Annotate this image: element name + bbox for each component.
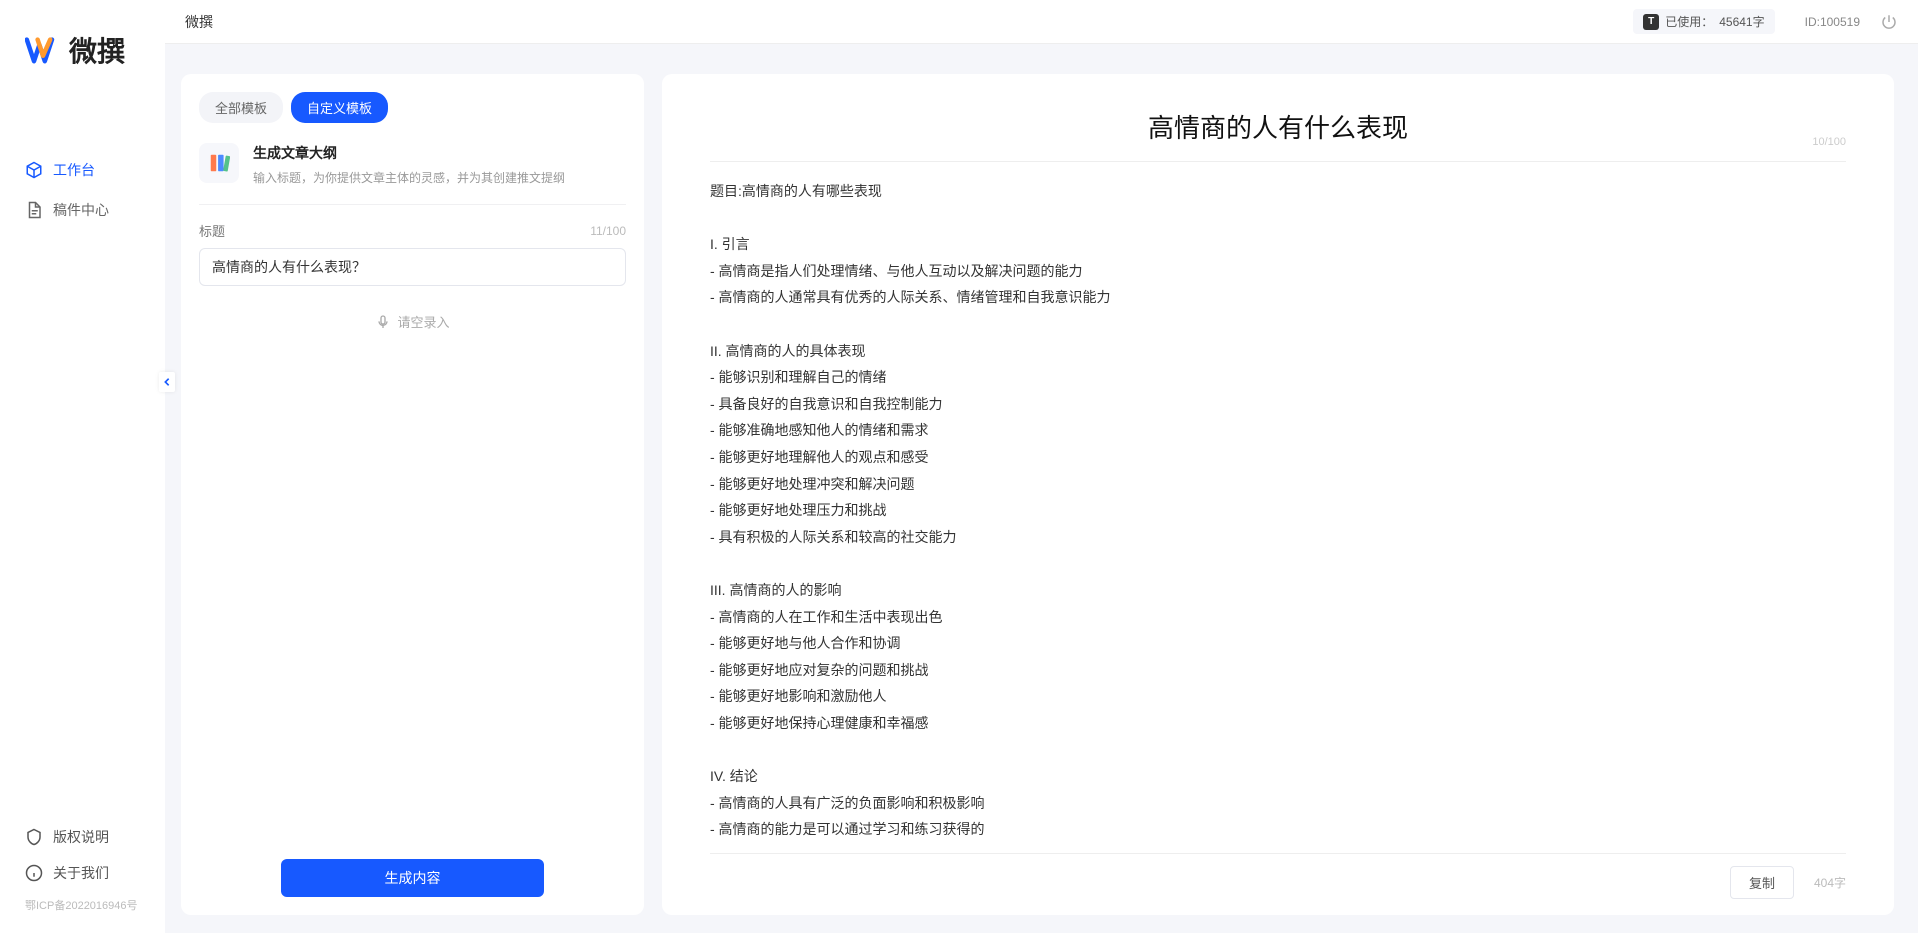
content: 全部模板 自定义模板 生成文章大纲 输入标题，为你提供文章主体的灵感，并为其创建… (165, 44, 1918, 933)
title-form: 标题 11/100 请空录入 (181, 221, 644, 331)
title-char-count: 11/100 (590, 224, 626, 238)
chevron-left-icon (162, 377, 172, 387)
sidebar-item-workspace[interactable]: 工作台 (0, 150, 165, 190)
voice-hint[interactable]: 请空录入 (199, 286, 626, 331)
topbar: 微撰 T 已使用： 45641字 ID:100519 (165, 0, 1918, 44)
sidebar-collapse-handle[interactable] (159, 372, 175, 392)
template-icon (199, 143, 239, 183)
topbar-title: 微撰 (185, 12, 213, 32)
footer-item-label: 版权说明 (53, 827, 109, 847)
template-desc: 输入标题，为你提供文章主体的灵感，并为其创建推文提纲 (253, 169, 626, 186)
output-body: 题目:高情商的人有哪些表现 I. 引言 - 高情商是指人们处理情绪、与他人互动以… (710, 178, 1846, 843)
usage-pill[interactable]: T 已使用： 45641字 (1633, 9, 1774, 34)
user-id: ID:100519 (1805, 15, 1860, 29)
sidebar-item-label: 稿件中心 (53, 200, 109, 220)
cube-icon (25, 161, 43, 179)
sidebar-item-label: 工作台 (53, 160, 95, 180)
mic-icon (375, 314, 391, 330)
input-panel: 全部模板 自定义模板 生成文章大纲 输入标题，为你提供文章主体的灵感，并为其创建… (181, 74, 644, 915)
sidebar-footer: 版权说明 关于我们 鄂ICP备2022016946号 (0, 819, 165, 933)
tab-all-templates[interactable]: 全部模板 (199, 92, 283, 123)
output-separator (710, 161, 1846, 162)
output-panel: 高情商的人有什么表现 10/100 题目:高情商的人有哪些表现 I. 引言 - … (662, 74, 1894, 915)
output-title-counter: 10/100 (1812, 136, 1846, 148)
template-tabs: 全部模板 自定义模板 (181, 92, 644, 123)
power-icon[interactable] (1880, 13, 1898, 31)
logo-mark-icon (25, 34, 61, 66)
sidebar-item-about[interactable]: 关于我们 (0, 855, 165, 891)
voice-hint-text: 请空录入 (397, 312, 449, 331)
sidebar: 微撰 工作台 稿件中心 版权说明 关于我们 鄂ICP备2022016946号 (0, 0, 165, 933)
footer-item-label: 关于我们 (53, 863, 109, 883)
template-card: 生成文章大纲 输入标题，为你提供文章主体的灵感，并为其创建推文提纲 (181, 123, 644, 204)
brand-logo: 微撰 (0, 0, 165, 90)
output-footer: 复制 404字 (710, 853, 1846, 899)
token-badge-icon: T (1643, 14, 1659, 30)
main-region: 微撰 T 已使用： 45641字 ID:100519 全部模板 自定义模板 (165, 0, 1918, 933)
separator (199, 204, 626, 205)
shield-icon (25, 828, 43, 846)
template-name: 生成文章大纲 (253, 143, 626, 163)
title-label: 标题 (199, 221, 225, 240)
usage-prefix: 已使用： (1665, 13, 1713, 30)
sidebar-item-drafts[interactable]: 稿件中心 (0, 190, 165, 230)
info-icon (25, 864, 43, 882)
output-word-count: 404字 (1814, 874, 1846, 891)
brand-name: 微撰 (69, 30, 125, 70)
sidebar-nav: 工作台 稿件中心 (0, 90, 165, 819)
usage-value: 45641字 (1719, 13, 1764, 30)
output-title: 高情商的人有什么表现 (710, 94, 1846, 161)
icp-text: 鄂ICP备2022016946号 (0, 891, 165, 921)
sidebar-item-copyright[interactable]: 版权说明 (0, 819, 165, 855)
tab-custom-templates[interactable]: 自定义模板 (291, 92, 388, 123)
copy-button[interactable]: 复制 (1730, 866, 1794, 899)
title-input[interactable] (199, 248, 626, 286)
generate-button[interactable]: 生成内容 (281, 859, 544, 897)
document-icon (25, 201, 43, 219)
